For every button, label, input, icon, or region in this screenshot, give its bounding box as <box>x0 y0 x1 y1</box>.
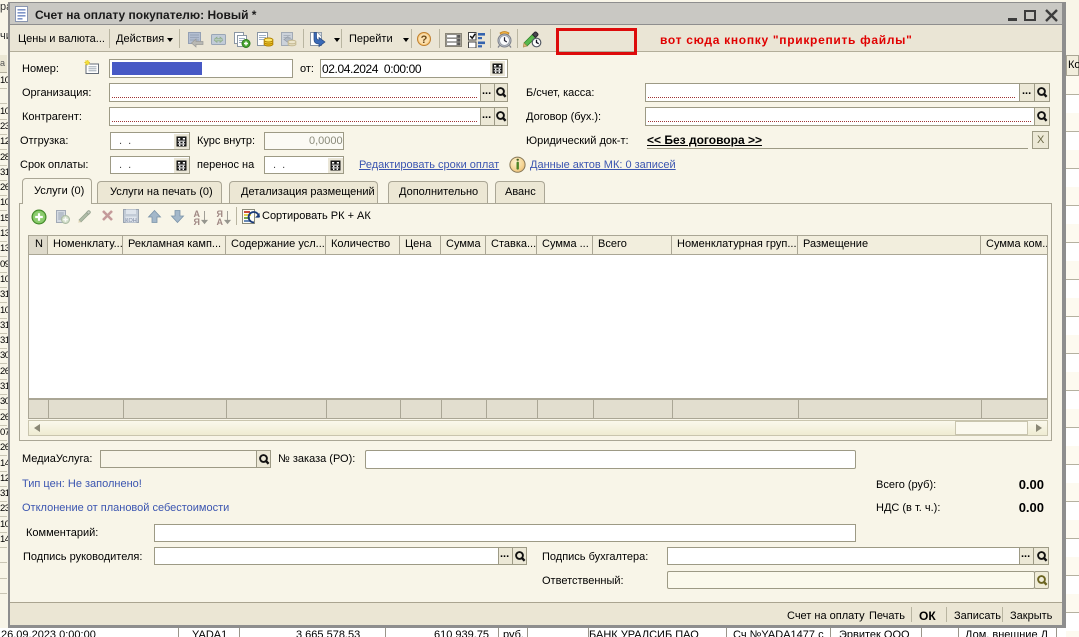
svg-text:КОН: КОН <box>125 218 136 224</box>
svg-text:А: А <box>217 217 224 225</box>
svg-text:Я: Я <box>194 217 200 225</box>
svg-text:?: ? <box>421 34 428 46</box>
